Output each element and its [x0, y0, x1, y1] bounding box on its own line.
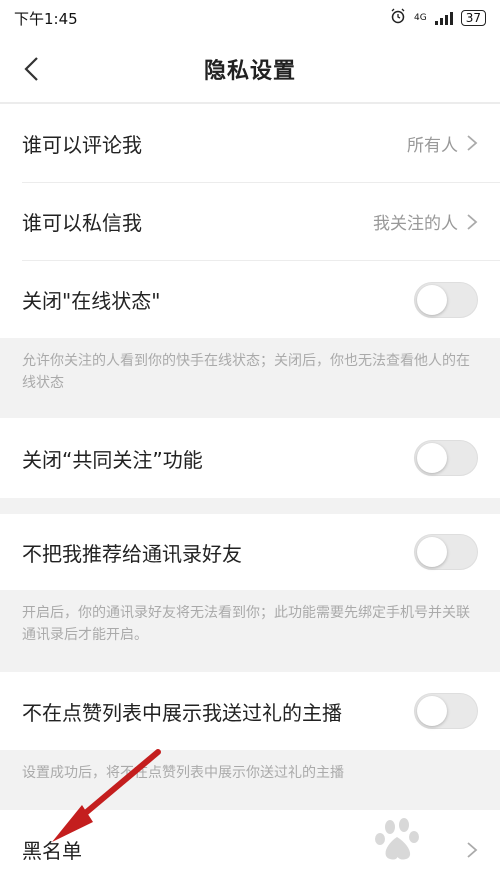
network-type: 4G [414, 13, 427, 23]
row-contacts-recommend: 不把我推荐给通讯录好友 [0, 514, 500, 590]
online-status-toggle[interactable] [414, 281, 478, 318]
toggle-knob [417, 443, 447, 473]
baidu-paw-icon [375, 818, 419, 860]
row-comment-permission[interactable]: 谁可以评论我 所有人 [0, 104, 500, 182]
row-value: 我关注的人 [373, 214, 458, 234]
row-gift-anchors: 不在点赞列表中展示我送过礼的主播 [0, 672, 500, 750]
row-label: 关闭"在线状态" [22, 289, 161, 313]
nav-bar: 隐私设置 [0, 36, 500, 102]
row-label: 谁可以私信我 [22, 211, 142, 235]
row-mutual-follow: 关闭“共同关注”功能 [0, 418, 500, 498]
chevron-right-icon [467, 213, 478, 230]
row-label: 谁可以评论我 [22, 132, 142, 157]
gift-note: 设置成功后，将不在点赞列表中展示你送过礼的主播 [0, 750, 500, 810]
row-message-permission[interactable]: 谁可以私信我 我关注的人 [0, 183, 500, 260]
status-bar: 下午1:45 4G 37 [0, 0, 500, 36]
contacts-note: 开启后，你的通讯录好友将无法看到你；此功能需要先绑定手机号并关联通讯录后才能开启… [0, 590, 500, 672]
row-label: 不在点赞列表中展示我送过礼的主播 [22, 700, 342, 725]
baidu-watermark [360, 815, 470, 879]
toggle-knob [417, 284, 447, 315]
contacts-recommend-toggle[interactable] [414, 534, 478, 570]
status-time: 下午1:45 [14, 9, 78, 28]
signal-icon [434, 11, 453, 25]
section-gap [0, 498, 500, 514]
back-button[interactable] [18, 54, 48, 84]
toggle-knob [417, 537, 447, 567]
gift-anchors-toggle[interactable] [414, 693, 478, 729]
row-online-status: 关闭"在线状态" [0, 261, 500, 338]
alarm-icon [390, 8, 406, 28]
online-status-note: 允许你关注的人看到你的快手在线状态；关闭后，你也无法查看他人的在线状态 [0, 338, 500, 418]
battery-icon: 37 [460, 10, 486, 26]
chevron-left-icon [24, 57, 38, 81]
page-title: 隐私设置 [203, 59, 296, 84]
mutual-follow-toggle[interactable] [414, 440, 478, 476]
toggle-knob [417, 696, 447, 726]
chevron-right-icon [467, 135, 478, 151]
row-value: 所有人 [407, 135, 458, 156]
row-label: 不把我推荐给通讯录好友 [22, 541, 242, 566]
row-label: 关闭“共同关注”功能 [22, 447, 203, 472]
status-icons: 4G 37 [390, 8, 486, 28]
